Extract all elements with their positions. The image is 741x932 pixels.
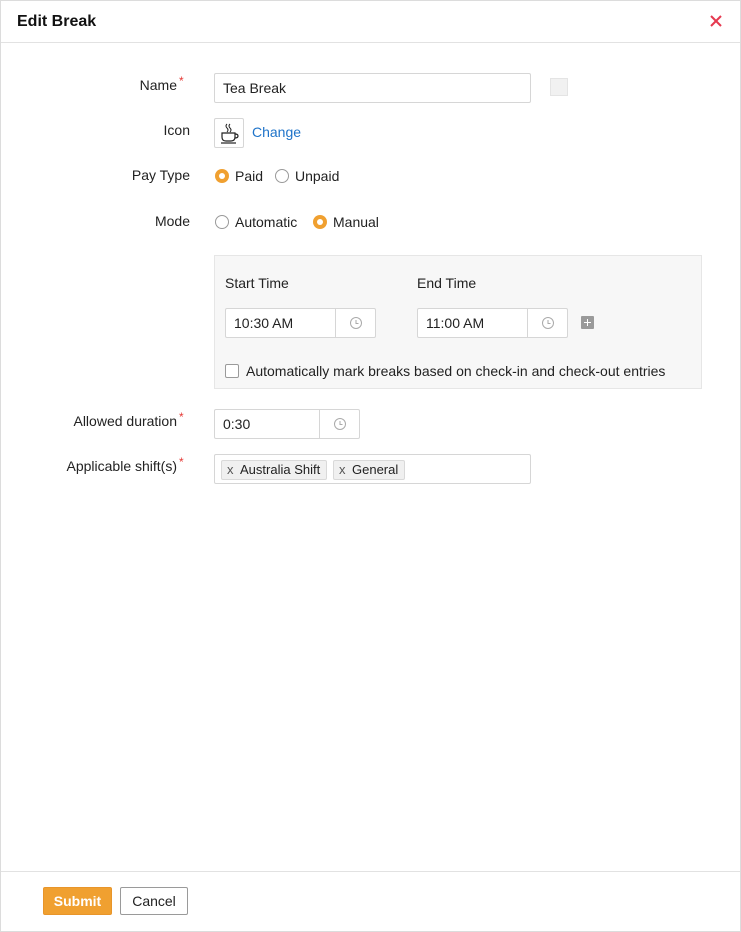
remove-tag-icon[interactable]: x — [227, 461, 234, 479]
pay-type-unpaid-label: Unpaid — [295, 168, 340, 184]
shift-tag-label: General — [352, 462, 399, 477]
edit-break-dialog: Edit Break Name * Icon Change Pay Type P… — [0, 0, 741, 932]
add-break-time-icon[interactable] — [581, 316, 594, 329]
mode-manual-label: Manual — [333, 214, 379, 230]
applicable-shifts-label: Applicable shift(s) — [66, 458, 178, 474]
mode-manual-radio[interactable] — [313, 215, 327, 229]
allowed-duration-value: 0:30 — [223, 416, 251, 432]
auto-mark-checkbox[interactable] — [225, 364, 239, 378]
applicable-shifts-input[interactable]: x Australia Shift x General — [214, 454, 531, 484]
shift-tag-label: Australia Shift — [240, 462, 321, 477]
shift-tag: x Australia Shift — [221, 460, 328, 480]
allowed-duration-input[interactable]: 0:30 — [214, 409, 360, 439]
mode-automatic-radio[interactable] — [215, 215, 229, 229]
dialog-header: Edit Break — [1, 1, 740, 43]
end-time-clock-icon[interactable] — [527, 309, 567, 337]
mode-label: Mode — [154, 213, 190, 229]
mode-automatic-label: Automatic — [235, 214, 298, 230]
name-input[interactable] — [214, 73, 531, 103]
start-time-input[interactable]: 10:30 AM — [225, 308, 376, 338]
allowed-duration-required-mark: * — [179, 410, 184, 424]
allowed-duration-label: Allowed duration — [73, 413, 177, 429]
pay-type-label: Pay Type — [131, 167, 190, 183]
name-label: Name — [17, 77, 177, 93]
coffee-cup-icon[interactable] — [214, 118, 244, 148]
end-time-value: 11:00 AM — [426, 315, 485, 331]
name-label-text: Name — [139, 77, 177, 93]
end-time-input[interactable]: 11:00 AM — [417, 308, 568, 338]
pay-type-paid-label: Paid — [235, 168, 264, 184]
pay-type-unpaid-radio[interactable] — [275, 169, 289, 183]
icon-label: Icon — [163, 122, 190, 138]
start-time-value: 10:30 AM — [234, 315, 294, 331]
pay-type-paid-radio[interactable] — [215, 169, 229, 183]
dialog-title: Edit Break — [17, 13, 97, 30]
allowed-duration-clock-icon[interactable] — [319, 410, 359, 438]
start-time-label: Start Time — [225, 275, 289, 291]
color-picker-swatch[interactable] — [550, 78, 568, 96]
name-required-mark: * — [179, 74, 184, 88]
change-icon-link[interactable]: Change — [252, 124, 301, 140]
cancel-button[interactable]: Cancel — [120, 887, 188, 915]
end-time-label: End Time — [417, 275, 477, 291]
applicable-shifts-required-mark: * — [179, 455, 184, 469]
shift-tag: x General — [333, 460, 406, 480]
submit-button[interactable]: Submit — [43, 887, 112, 915]
close-icon[interactable] — [708, 12, 724, 30]
remove-tag-icon[interactable]: x — [339, 461, 346, 479]
auto-mark-label: Automatically mark breaks based on check… — [246, 363, 666, 379]
start-time-clock-icon[interactable] — [335, 309, 375, 337]
